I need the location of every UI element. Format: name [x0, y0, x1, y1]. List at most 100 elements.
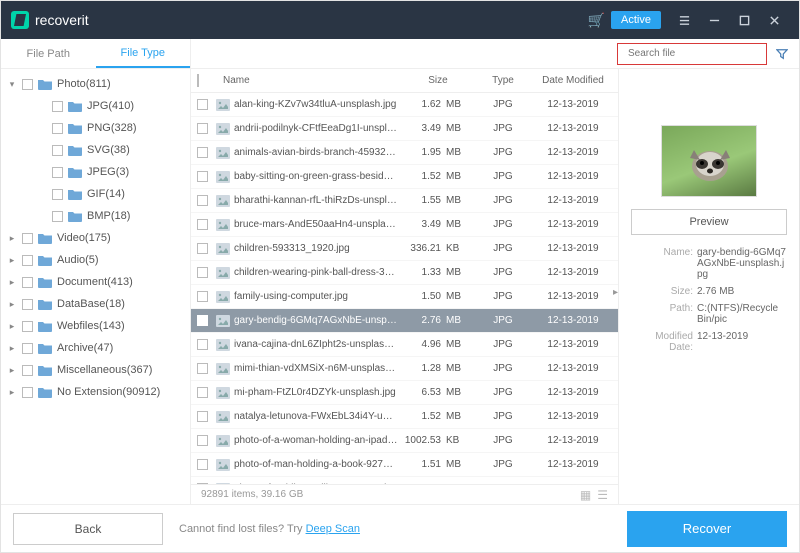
table-row[interactable]: gary-bendig-6GMq7AGxNbE-unsplas...2.76MB… [191, 309, 618, 333]
menu-icon[interactable] [669, 5, 699, 35]
tab-file-path[interactable]: File Path [1, 39, 96, 68]
table-row[interactable]: ivana-cajina-dnL6ZIpht2s-unsplash.jpg4.9… [191, 333, 618, 357]
table-row[interactable]: natalya-letunova-FWxEbL34i4Y-unspl...1.5… [191, 405, 618, 429]
row-checkbox[interactable] [197, 411, 208, 422]
preview-button[interactable]: Preview [631, 209, 787, 235]
grid-view-icon[interactable]: ▦ [580, 488, 591, 502]
search-input[interactable] [628, 48, 760, 59]
chevron-icon: ▾ [7, 79, 17, 90]
row-checkbox[interactable] [197, 243, 208, 254]
meta-path-key: Path: [631, 303, 693, 325]
table-row[interactable]: alan-king-KZv7w34tluA-unsplash.jpg1.62MB… [191, 93, 618, 117]
chevron-icon: ▸ [7, 365, 17, 376]
row-checkbox[interactable] [197, 219, 208, 230]
app-name: recoverit [35, 12, 89, 28]
tree-checkbox[interactable] [22, 79, 33, 90]
tree-item[interactable]: ▸Miscellaneous(367) [1, 359, 190, 381]
tree-label: Video(175) [57, 232, 111, 244]
row-checkbox[interactable] [197, 147, 208, 158]
deep-scan-link[interactable]: Deep Scan [306, 523, 360, 535]
tree-item[interactable]: JPG(410) [1, 95, 190, 117]
close-icon[interactable] [759, 5, 789, 35]
table-row[interactable]: children-593313_1920.jpg336.21KBJPG12-13… [191, 237, 618, 261]
tree-checkbox[interactable] [22, 299, 33, 310]
col-name[interactable]: Name [217, 75, 398, 86]
maximize-icon[interactable] [729, 5, 759, 35]
col-size[interactable]: Size [398, 75, 478, 86]
tree-item[interactable]: ▸No Extension(90912) [1, 381, 190, 403]
table-row[interactable]: bharathi-kannan-rfL-thiRzDs-unspla...1.5… [191, 189, 618, 213]
table-row[interactable]: photo-of-man-holding-a-book-92702...1.51… [191, 453, 618, 477]
tree-checkbox[interactable] [52, 211, 63, 222]
table-row[interactable]: andrii-podilnyk-CFtfEeaDg1I-unspla...3.4… [191, 117, 618, 141]
row-checkbox[interactable] [197, 315, 208, 326]
col-date[interactable]: Date Modified [528, 75, 618, 86]
row-checkbox[interactable] [197, 459, 208, 470]
table-row[interactable]: baby-sitting-on-green-grass-beside-...1.… [191, 165, 618, 189]
file-name: children-593313_1920.jpg [234, 243, 398, 254]
file-size-unit: MB [443, 339, 478, 350]
row-checkbox[interactable] [197, 123, 208, 134]
cart-icon[interactable]: 🛒 [588, 12, 605, 29]
table-row[interactable]: mimi-thian-vdXMSiX-n6M-unsplash.jpg1.28M… [191, 357, 618, 381]
tree-item[interactable]: ▸Document(413) [1, 271, 190, 293]
table-row[interactable]: photo-of-a-woman-holding-an-ipad-7...100… [191, 429, 618, 453]
image-file-icon [216, 267, 230, 279]
tree-item[interactable]: ▾Photo(811) [1, 73, 190, 95]
row-checkbox[interactable] [197, 99, 208, 110]
tree-item[interactable]: ▸DataBase(18) [1, 293, 190, 315]
tree-checkbox[interactable] [22, 365, 33, 376]
minimize-icon[interactable] [699, 5, 729, 35]
titlebar: recoverit 🛒 Active [1, 1, 799, 39]
row-checkbox[interactable] [197, 363, 208, 374]
table-row[interactable]: animals-avian-birds-branch-459326.j...1.… [191, 141, 618, 165]
filter-button[interactable] [771, 43, 793, 65]
tree-checkbox[interactable] [22, 343, 33, 354]
tree-item[interactable]: ▸Audio(5) [1, 249, 190, 271]
row-checkbox[interactable] [197, 387, 208, 398]
tree-item[interactable]: SVG(38) [1, 139, 190, 161]
tree-item[interactable]: ▸Archive(47) [1, 337, 190, 359]
image-file-icon [216, 411, 230, 423]
table-row[interactable]: photo-of-toddler-smiling-1912868.jpg2.79… [191, 477, 618, 484]
tree-checkbox[interactable] [22, 277, 33, 288]
row-checkbox[interactable] [197, 291, 208, 302]
list-view-icon[interactable]: ☰ [597, 488, 608, 502]
tab-file-type[interactable]: File Type [96, 39, 191, 68]
file-size: 1.51 [398, 459, 443, 470]
tree-checkbox[interactable] [52, 145, 63, 156]
table-row[interactable]: bruce-mars-AndE50aaHn4-unsplash...3.49MB… [191, 213, 618, 237]
table-row[interactable]: family-using-computer.jpg1.50MBJPG12-13-… [191, 285, 618, 309]
row-checkbox[interactable] [197, 339, 208, 350]
tree-item[interactable]: ▸Video(175) [1, 227, 190, 249]
tree-checkbox[interactable] [52, 189, 63, 200]
tree-checkbox[interactable] [52, 123, 63, 134]
row-checkbox[interactable] [197, 171, 208, 182]
table-row[interactable]: mi-pham-FtZL0r4DZYk-unsplash.jpg6.53MBJP… [191, 381, 618, 405]
tree-checkbox[interactable] [22, 321, 33, 332]
recover-button[interactable]: Recover [627, 511, 787, 547]
file-size: 2.76 [398, 315, 443, 326]
tree-checkbox[interactable] [22, 387, 33, 398]
tree-checkbox[interactable] [22, 233, 33, 244]
active-button[interactable]: Active [611, 11, 661, 29]
tree-checkbox[interactable] [22, 255, 33, 266]
file-size-unit: MB [443, 123, 478, 134]
tree-checkbox[interactable] [52, 167, 63, 178]
tree-item[interactable]: BMP(18) [1, 205, 190, 227]
back-button[interactable]: Back [13, 513, 163, 545]
col-type[interactable]: Type [478, 75, 528, 86]
tree-item[interactable]: ▸Webfiles(143) [1, 315, 190, 337]
tree-checkbox[interactable] [52, 101, 63, 112]
row-checkbox[interactable] [197, 195, 208, 206]
collapse-icon[interactable]: ▸ [613, 287, 618, 298]
tree-item[interactable]: PNG(328) [1, 117, 190, 139]
image-file-icon [216, 387, 230, 399]
search-box[interactable] [617, 43, 767, 65]
row-checkbox[interactable] [197, 267, 208, 278]
tree-item[interactable]: JPEG(3) [1, 161, 190, 183]
row-checkbox[interactable] [197, 435, 208, 446]
select-all-checkbox[interactable] [197, 74, 199, 87]
table-row[interactable]: children-wearing-pink-ball-dress-360...1… [191, 261, 618, 285]
tree-item[interactable]: GIF(14) [1, 183, 190, 205]
